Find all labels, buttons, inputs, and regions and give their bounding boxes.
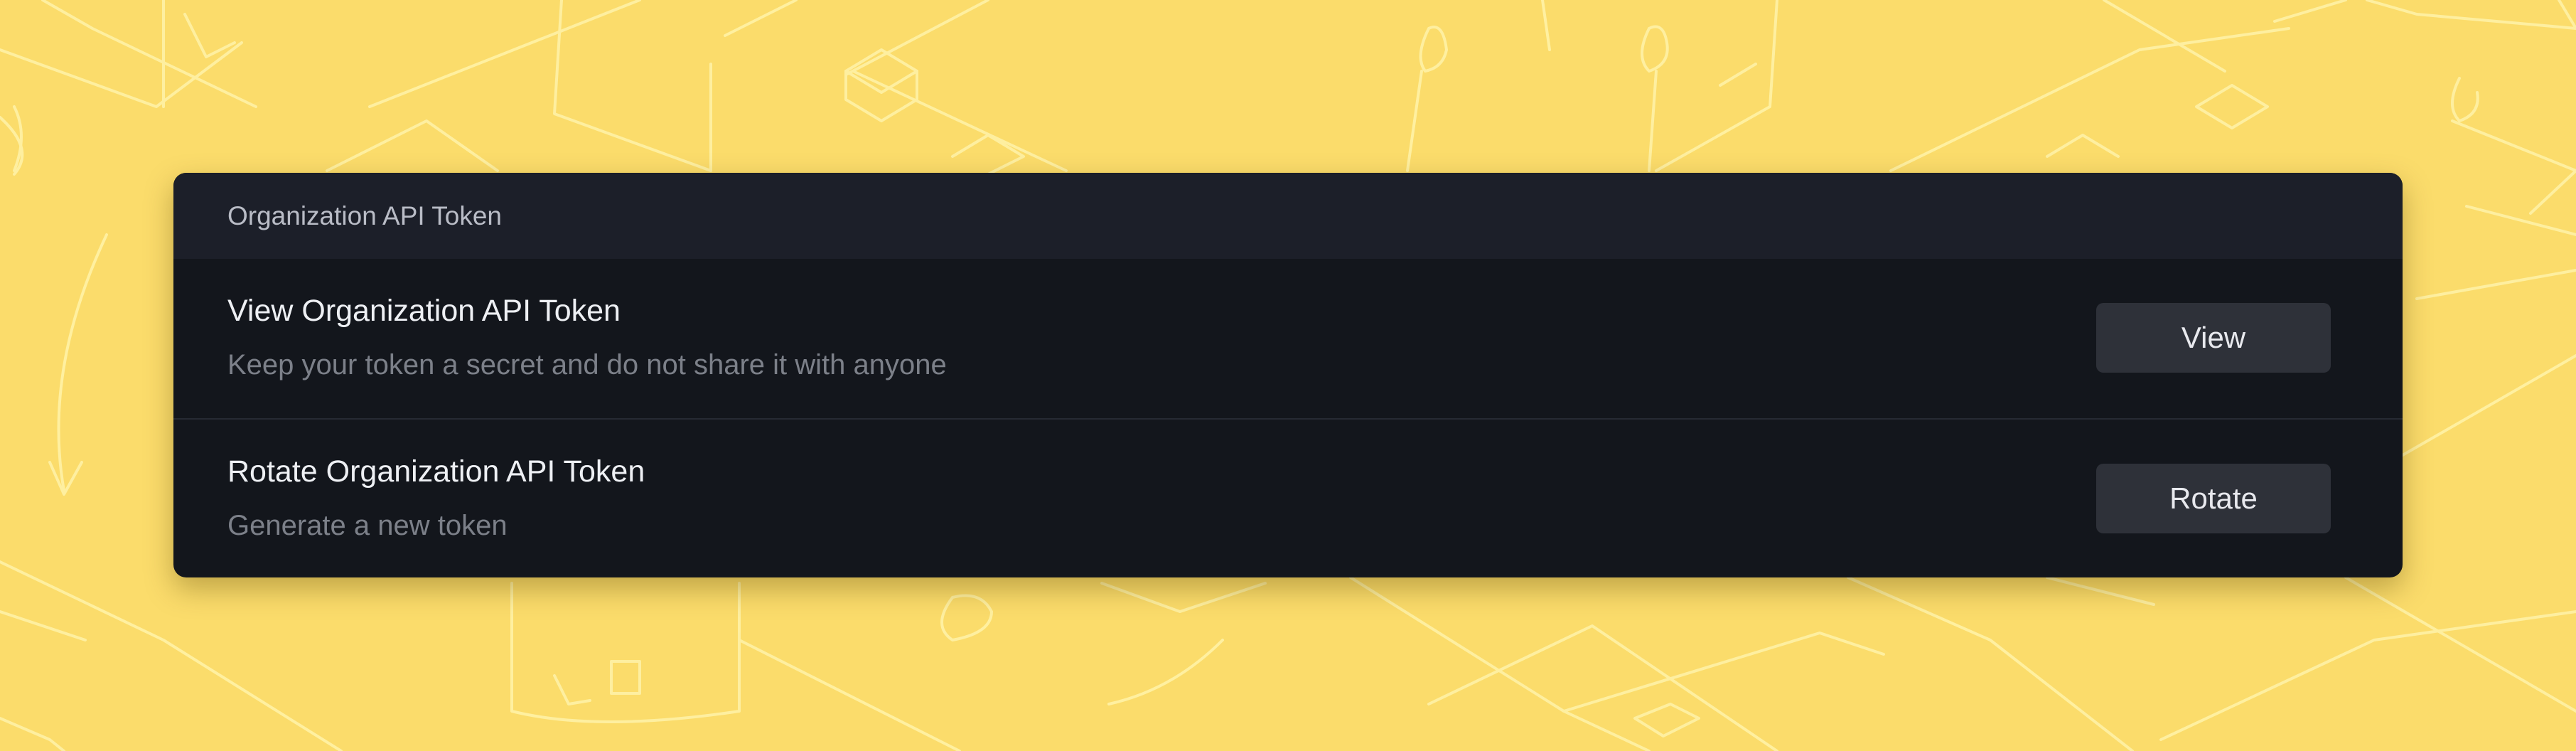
view-button[interactable]: View <box>2096 303 2331 373</box>
rotate-token-description: Generate a new token <box>227 510 508 541</box>
rotate-token-title: Rotate Organization API Token <box>227 454 645 489</box>
rotate-token-row: Rotate Organization API Token Generate a… <box>173 418 2403 577</box>
view-token-title: View Organization API Token <box>227 294 621 328</box>
rotate-button[interactable]: Rotate <box>2096 464 2331 533</box>
view-token-row: View Organization API Token Keep your to… <box>173 259 2403 418</box>
organization-api-token-card: Organization API Token View Organization… <box>173 173 2403 577</box>
view-token-description: Keep your token a secret and do not shar… <box>227 349 947 380</box>
card-title: Organization API Token <box>227 201 503 230</box>
card-header: Organization API Token <box>173 173 2403 259</box>
